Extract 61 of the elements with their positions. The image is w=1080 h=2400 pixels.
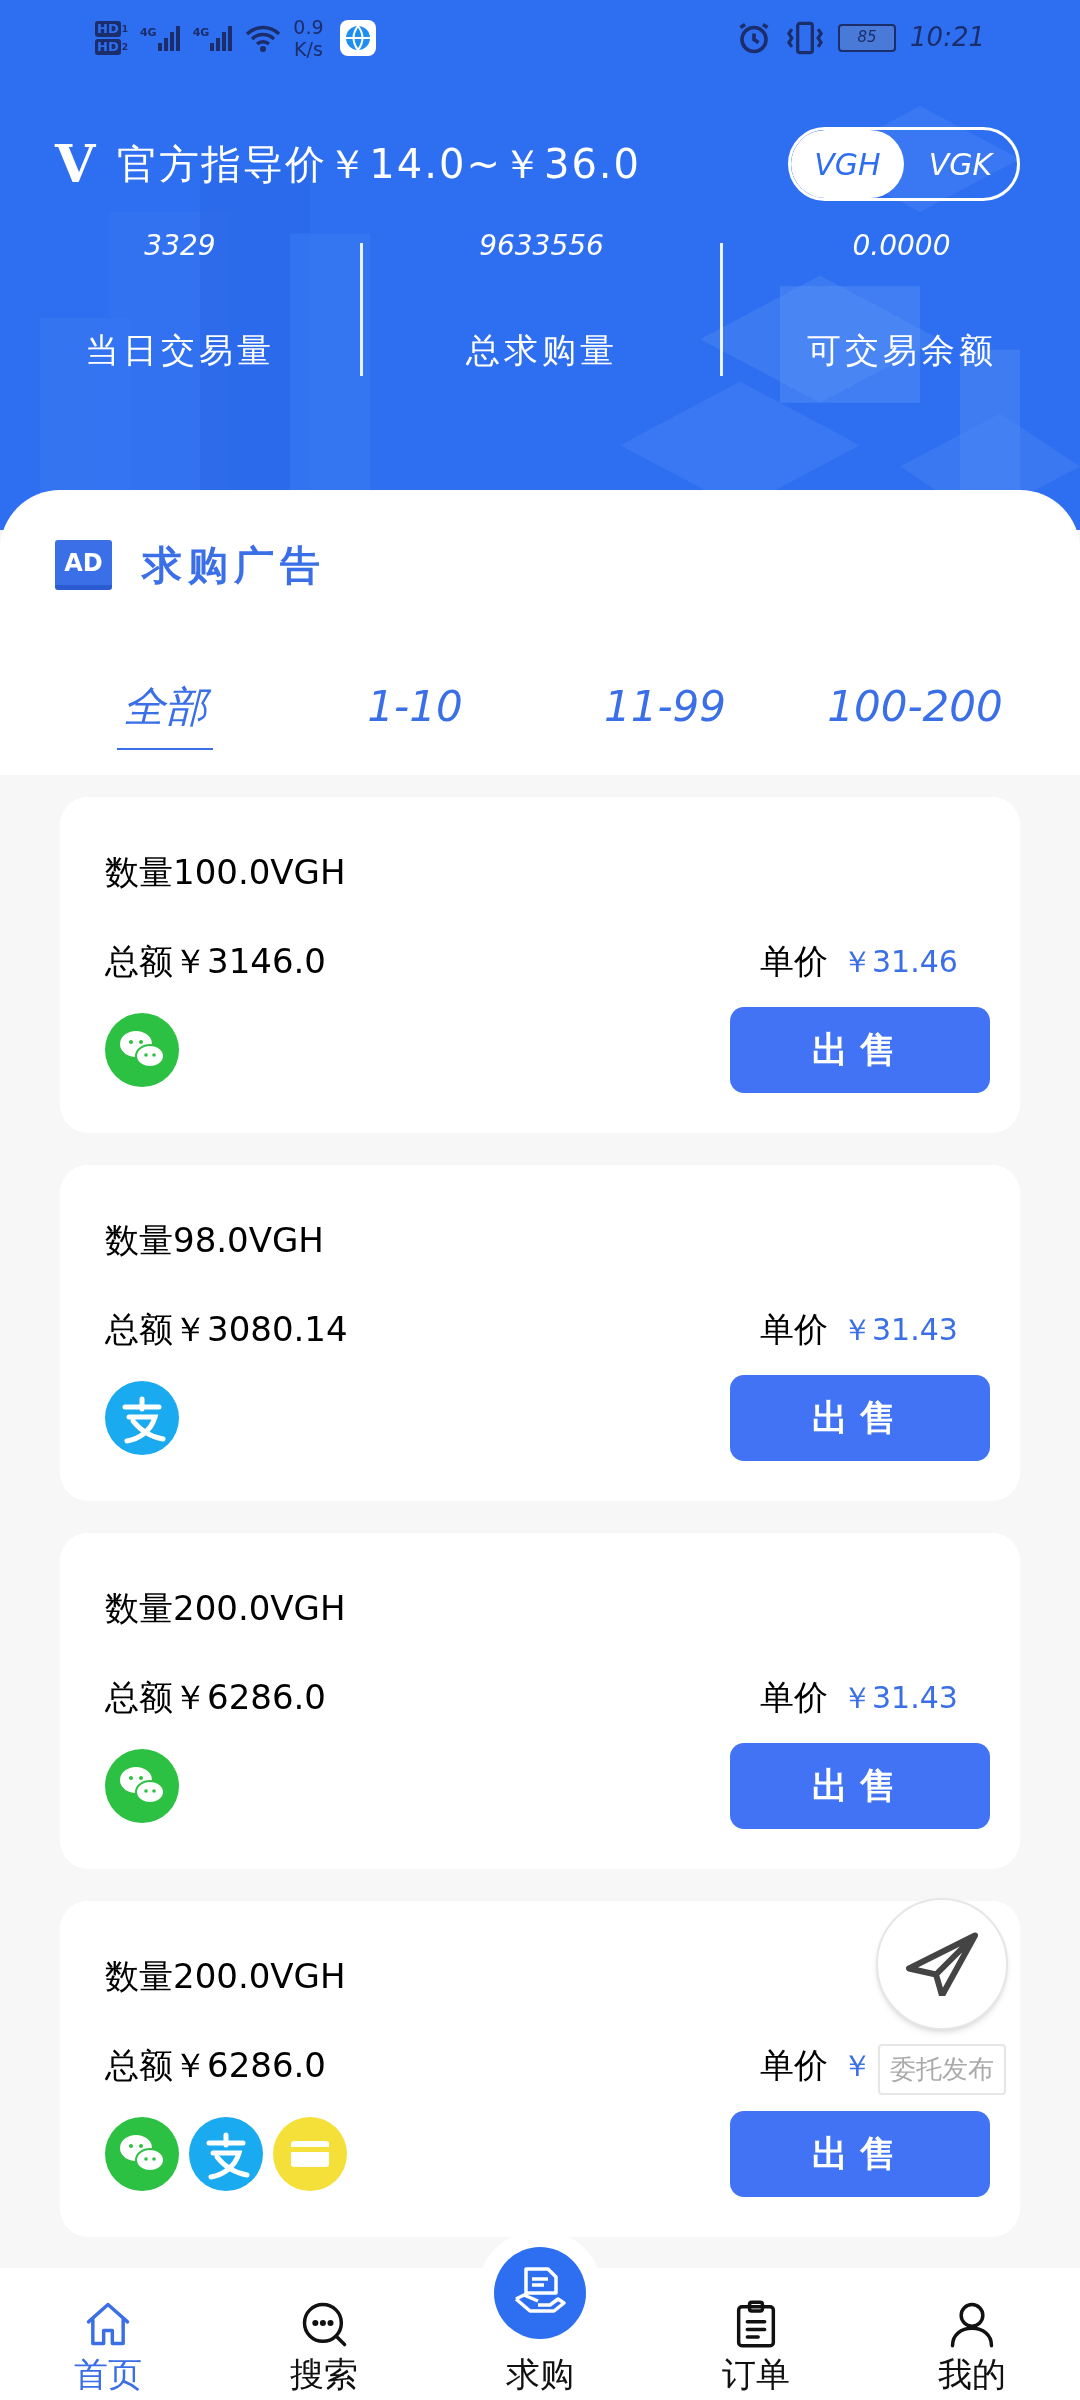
vibrate-icon [786, 19, 825, 56]
unit-price: ￥31.46 [842, 942, 958, 981]
coin-toggle[interactable]: VGH VGK [788, 127, 1020, 201]
stat-value: 3329 [144, 228, 216, 264]
ad-quantity: 数量200.0VGH [105, 1587, 346, 1630]
stat-label: 当日交易量 [85, 329, 275, 372]
ad-total: 总额￥6286.0 [105, 2044, 326, 2087]
stat-value: 0.0000 [852, 228, 951, 264]
price-label: 单价 [760, 1676, 828, 1719]
nav-tab[interactable]: 搜索 [216, 2298, 432, 2400]
sim-slot: 2 [121, 41, 128, 55]
unit-price: ￥31.43 [842, 1310, 958, 1349]
chat-bubbles-icon [105, 2117, 179, 2191]
bank-card-icon [273, 2117, 347, 2191]
nav-tab[interactable]: 首页 [0, 2298, 216, 2400]
nav-tab[interactable]: 求购 [432, 2230, 648, 2400]
signal-icon [209, 24, 234, 51]
nav-tab[interactable]: 我的 [864, 2298, 1080, 2400]
ad-quantity: 数量100.0VGH [105, 851, 346, 894]
chat-bubbles-icon [105, 1749, 179, 1823]
coin-option[interactable]: VGH [791, 130, 904, 198]
unit-price: ￥ [842, 2046, 872, 2085]
sell-button[interactable]: 出售 [730, 1007, 990, 1093]
network-speed: 0.9 [293, 15, 324, 38]
nav-tab[interactable]: 订单 [648, 2298, 864, 2400]
payment-icon [105, 1381, 179, 1455]
sell-button[interactable]: 出售 [730, 2111, 990, 2197]
sell-button[interactable]: 出售 [730, 1375, 990, 1461]
wifi-icon [245, 23, 282, 52]
sell-button[interactable]: 出售 [730, 1743, 990, 1829]
price-label: 单价 [760, 2044, 828, 2087]
ad-total: 总额￥3080.14 [105, 1308, 348, 1351]
ad-total: 总额￥6286.0 [105, 1676, 326, 1719]
network-type: 4G [192, 24, 210, 41]
filter-tab[interactable]: 全部 [117, 675, 213, 750]
price-label: 单价 [760, 940, 828, 983]
sim-slot: 1 [121, 23, 128, 37]
filter-tab[interactable]: 11-99 [597, 675, 732, 750]
ad-quantity: 数量200.0VGH [105, 1955, 346, 1998]
stat-label: 可交易余额 [806, 329, 997, 372]
ad-badge: AD [55, 540, 112, 590]
ad-quantity: 数量98.0VGH [105, 1219, 324, 1262]
ad-total: 总额￥3146.0 [105, 940, 326, 983]
payment-icon [189, 2117, 263, 2191]
guide-price-title: 官方指导价￥14.0~￥36.0 [117, 140, 641, 189]
chat-bubbles-icon [105, 1013, 179, 1087]
filter-tab[interactable]: 100-200 [821, 675, 1009, 750]
battery-indicator: 85 [838, 23, 897, 52]
fab-label: 委托发布 [878, 2044, 1006, 2095]
paper-plane-icon [906, 1932, 978, 1996]
logo-letter: V [55, 138, 96, 190]
section-title: 求购广告 [142, 541, 326, 590]
price-label: 单价 [760, 1308, 828, 1351]
speed-unit: K/s [294, 37, 323, 60]
clock-time: 10:21 [910, 21, 985, 54]
stat-label: 总求购量 [465, 329, 618, 372]
filter-tab[interactable]: 1-10 [361, 675, 469, 750]
stat-value: 9633556 [479, 228, 604, 264]
signal-icon [156, 24, 181, 51]
unit-price: ￥31.43 [842, 1678, 958, 1717]
network-type: 4G [139, 24, 157, 41]
